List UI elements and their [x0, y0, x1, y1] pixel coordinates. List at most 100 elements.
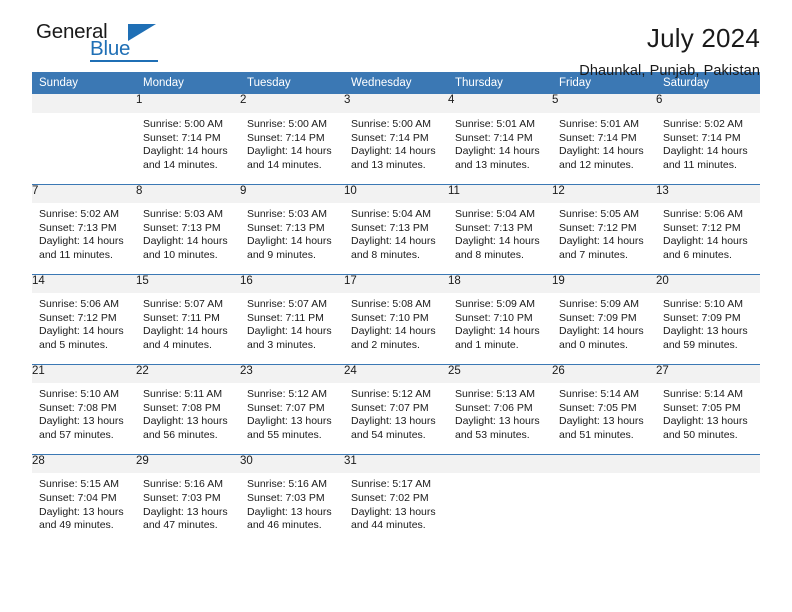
- day-number[interactable]: 28: [32, 453, 136, 473]
- day-number[interactable]: 17: [344, 273, 448, 293]
- day-number[interactable]: 29: [136, 453, 240, 473]
- day-sunrise-text: Sunrise: 5:03 AM: [143, 208, 223, 221]
- day-number[interactable]: 9: [240, 183, 344, 203]
- day-daylight1-text: Daylight: 14 hours: [663, 145, 748, 158]
- day-daylight1-text: Daylight: 13 hours: [351, 505, 436, 518]
- day-detail: Sunrise: 5:03 AM Sunset: 7:13 PM Daylight:…: [240, 203, 344, 274]
- day-number[interactable]: 11: [448, 183, 552, 203]
- day-detail: Sunrise: 5:04 AM Sunset: 7:13 PM Daylight:…: [448, 203, 552, 274]
- day-daylight1-text: Daylight: 13 hours: [663, 325, 748, 338]
- day-number[interactable]: 24: [344, 363, 448, 383]
- day-number[interactable]: 8: [136, 183, 240, 203]
- day-cell-empty: [656, 453, 760, 473]
- day-daylight2-text: and 3 minutes.: [247, 338, 316, 351]
- day-detail-empty: [32, 113, 136, 184]
- day-detail: Sunrise: 5:07 AM Sunset: 7:11 PM Daylight:…: [136, 293, 240, 364]
- day-sunset-text: Sunset: 7:12 PM: [663, 221, 741, 234]
- day-detail: Sunrise: 5:04 AM Sunset: 7:13 PM Daylight:…: [344, 203, 448, 274]
- day-number[interactable]: 6: [656, 94, 760, 113]
- day-sunset-text: Sunset: 7:14 PM: [559, 131, 637, 144]
- calendar-week-row: 14 15 16 17 18 19 20: [32, 273, 760, 293]
- day-number[interactable]: 18: [448, 273, 552, 293]
- day-sunset-text: Sunset: 7:14 PM: [143, 131, 221, 144]
- day-daylight1-text: Daylight: 14 hours: [143, 325, 228, 338]
- day-daylight1-text: Daylight: 14 hours: [247, 235, 332, 248]
- day-number[interactable]: 31: [344, 453, 448, 473]
- day-daylight1-text: Daylight: 13 hours: [143, 505, 228, 518]
- day-daylight1-text: Daylight: 14 hours: [247, 145, 332, 158]
- day-daylight2-text: and 13 minutes.: [351, 158, 426, 171]
- day-detail: Sunrise: 5:09 AM Sunset: 7:09 PM Daylight:…: [552, 293, 656, 364]
- calendar-table: Sunday Monday Tuesday Wednesday Thursday…: [32, 72, 760, 544]
- day-detail-empty: [448, 473, 552, 544]
- day-daylight2-text: and 0 minutes.: [559, 338, 628, 351]
- day-number[interactable]: 19: [552, 273, 656, 293]
- day-sunrise-text: Sunrise: 5:12 AM: [247, 388, 327, 401]
- day-number[interactable]: 14: [32, 273, 136, 293]
- day-sunset-text: Sunset: 7:07 PM: [247, 401, 325, 414]
- day-number[interactable]: 22: [136, 363, 240, 383]
- day-number[interactable]: 27: [656, 363, 760, 383]
- day-number[interactable]: 5: [552, 94, 656, 113]
- day-daylight2-text: and 47 minutes.: [143, 519, 218, 532]
- day-number[interactable]: 16: [240, 273, 344, 293]
- day-number[interactable]: 20: [656, 273, 760, 293]
- day-detail: Sunrise: 5:00 AM Sunset: 7:14 PM Daylight:…: [240, 113, 344, 184]
- weekday-header-thursday: Thursday: [448, 72, 552, 94]
- day-sunrise-text: Sunrise: 5:04 AM: [351, 208, 431, 221]
- day-detail: Sunrise: 5:10 AM Sunset: 7:09 PM Daylight:…: [656, 293, 760, 364]
- day-sunset-text: Sunset: 7:13 PM: [39, 221, 117, 234]
- day-number[interactable]: 15: [136, 273, 240, 293]
- day-sunset-text: Sunset: 7:14 PM: [351, 131, 429, 144]
- day-number[interactable]: 23: [240, 363, 344, 383]
- day-detail-empty: [656, 473, 760, 544]
- day-daylight1-text: Daylight: 14 hours: [559, 235, 644, 248]
- day-number[interactable]: 25: [448, 363, 552, 383]
- day-sunset-text: Sunset: 7:12 PM: [39, 311, 117, 324]
- day-daylight1-text: Daylight: 14 hours: [455, 325, 540, 338]
- day-daylight1-text: Daylight: 13 hours: [559, 415, 644, 428]
- day-sunset-text: Sunset: 7:13 PM: [247, 221, 325, 234]
- weekday-header-monday: Monday: [136, 72, 240, 94]
- day-number[interactable]: 1: [136, 94, 240, 113]
- day-number[interactable]: 2: [240, 94, 344, 113]
- day-number[interactable]: 10: [344, 183, 448, 203]
- day-detail-empty: [552, 473, 656, 544]
- day-daylight2-text: and 2 minutes.: [351, 338, 420, 351]
- day-sunset-text: Sunset: 7:05 PM: [559, 401, 637, 414]
- general-blue-logo[interactable]: General Blue: [32, 21, 162, 70]
- day-detail: Sunrise: 5:08 AM Sunset: 7:10 PM Daylight:…: [344, 293, 448, 364]
- day-detail: Sunrise: 5:06 AM Sunset: 7:12 PM Daylight:…: [656, 203, 760, 274]
- day-number[interactable]: 30: [240, 453, 344, 473]
- day-number[interactable]: 12: [552, 183, 656, 203]
- day-daylight1-text: Daylight: 14 hours: [351, 145, 436, 158]
- day-sunset-text: Sunset: 7:10 PM: [351, 311, 429, 324]
- day-daylight1-text: Daylight: 13 hours: [39, 505, 124, 518]
- day-daylight2-text: and 55 minutes.: [247, 428, 322, 441]
- day-detail: Sunrise: 5:14 AM Sunset: 7:05 PM Daylight:…: [656, 383, 760, 454]
- day-daylight1-text: Daylight: 14 hours: [39, 325, 124, 338]
- day-number[interactable]: 3: [344, 94, 448, 113]
- day-sunset-text: Sunset: 7:13 PM: [143, 221, 221, 234]
- day-daylight2-text: and 1 minute.: [455, 338, 519, 351]
- day-number[interactable]: 26: [552, 363, 656, 383]
- day-sunset-text: Sunset: 7:07 PM: [351, 401, 429, 414]
- day-number[interactable]: 7: [32, 183, 136, 203]
- day-sunset-text: Sunset: 7:06 PM: [455, 401, 533, 414]
- day-sunrise-text: Sunrise: 5:10 AM: [39, 388, 119, 401]
- day-daylight2-text: and 59 minutes.: [663, 338, 738, 351]
- weekday-header-wednesday: Wednesday: [344, 72, 448, 94]
- day-daylight1-text: Daylight: 14 hours: [663, 235, 748, 248]
- day-sunrise-text: Sunrise: 5:02 AM: [663, 118, 743, 131]
- day-sunrise-text: Sunrise: 5:14 AM: [663, 388, 743, 401]
- day-sunrise-text: Sunrise: 5:08 AM: [351, 298, 431, 311]
- day-sunrise-text: Sunrise: 5:14 AM: [559, 388, 639, 401]
- day-number[interactable]: 13: [656, 183, 760, 203]
- day-daylight2-text: and 5 minutes.: [39, 338, 108, 351]
- day-daylight2-text: and 53 minutes.: [455, 428, 530, 441]
- day-number[interactable]: 4: [448, 94, 552, 113]
- day-detail: Sunrise: 5:15 AM Sunset: 7:04 PM Daylight:…: [32, 473, 136, 544]
- page-title: July 2024: [646, 23, 760, 53]
- day-number[interactable]: 21: [32, 363, 136, 383]
- day-detail: Sunrise: 5:01 AM Sunset: 7:14 PM Daylight:…: [448, 113, 552, 184]
